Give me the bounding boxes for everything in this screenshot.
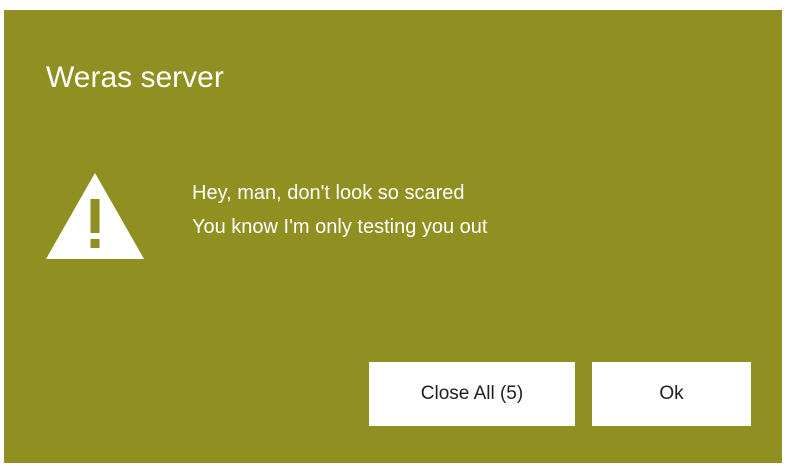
dialog-title: Weras server xyxy=(46,61,224,94)
dialog-message: Hey, man, don't look so scared You know … xyxy=(192,176,487,244)
ok-button[interactable]: Ok xyxy=(592,362,751,426)
warning-triangle-icon xyxy=(46,173,144,259)
message-line: Hey, man, don't look so scared xyxy=(192,182,465,204)
message-line: You know I'm only testing you out xyxy=(192,216,488,238)
alert-dialog: Weras server Hey, man, don't look so sca… xyxy=(4,10,782,463)
close-all-button[interactable]: Close All (5) xyxy=(369,362,575,426)
